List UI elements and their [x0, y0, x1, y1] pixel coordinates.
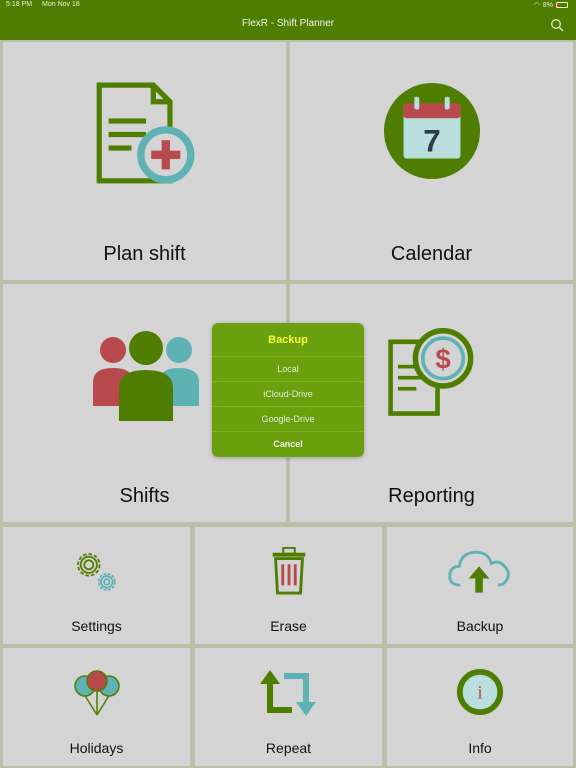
page-title: FlexR - Shift Planner: [241, 18, 335, 29]
calendar-tile[interactable]: 7 Calendar: [290, 42, 573, 280]
info-tile[interactable]: i Info: [387, 648, 573, 766]
status-bar-left: 5:18 PM Mon Nov 18: [6, 1, 88, 8]
battery-icon: [556, 2, 568, 8]
info-glyph: i: [477, 683, 482, 704]
settings-label: Settings: [71, 618, 122, 634]
plan-shift-label: Plan shift: [103, 243, 186, 265]
info-label: Info: [468, 740, 492, 756]
cancel-button[interactable]: Cancel: [212, 432, 364, 456]
calendar-day-number: 7: [423, 124, 440, 159]
shifts-label: Shifts: [119, 485, 170, 507]
repeat-icon: [260, 670, 316, 716]
cloud-upload-icon: [448, 550, 510, 593]
navigation-bar: 5:18 PM Mon Nov 18 ◠ 8% FlexR - Shift Pl…: [0, 0, 576, 40]
wifi-icon: ◠: [533, 2, 540, 9]
trash-icon: [272, 547, 306, 595]
status-date: Mon Nov 18: [42, 1, 80, 8]
calendar-icon: 7: [383, 82, 481, 180]
gears-icon: [77, 553, 116, 591]
holidays-label: Holidays: [69, 740, 124, 756]
backup-option-local[interactable]: Local: [212, 357, 364, 382]
repeat-label: Repeat: [265, 740, 312, 756]
balloons-icon: [74, 670, 120, 716]
backup-dialog: Backup Local iCloud-Drive Google-Drive C…: [212, 323, 364, 457]
backup-label: Backup: [456, 618, 504, 634]
erase-tile[interactable]: Erase: [195, 527, 382, 644]
people-icon: [93, 331, 199, 421]
repeat-tile[interactable]: Repeat: [195, 648, 382, 766]
search-icon[interactable]: [550, 18, 564, 32]
dollar-glyph: $: [435, 343, 450, 374]
plan-shift-tile[interactable]: Plan shift: [3, 42, 286, 280]
reporting-label: Reporting: [388, 485, 475, 507]
backup-option-icloud[interactable]: iCloud-Drive: [212, 382, 364, 407]
backup-dialog-title: Backup: [212, 323, 364, 357]
info-icon: i: [456, 668, 504, 716]
document-dollar-icon: $: [388, 328, 474, 416]
status-time: 5:18 PM: [6, 1, 33, 8]
backup-option-google[interactable]: Google-Drive: [212, 407, 364, 432]
calendar-label: Calendar: [390, 243, 473, 265]
backup-tile[interactable]: Backup: [387, 527, 573, 644]
settings-tile[interactable]: Settings: [3, 527, 190, 644]
status-bar-right: ◠ 8%: [534, 1, 568, 9]
erase-label: Erase: [270, 618, 307, 634]
battery-percent: 8%: [542, 1, 553, 9]
holidays-tile[interactable]: Holidays: [3, 648, 190, 766]
document-plus-icon: [96, 82, 195, 184]
